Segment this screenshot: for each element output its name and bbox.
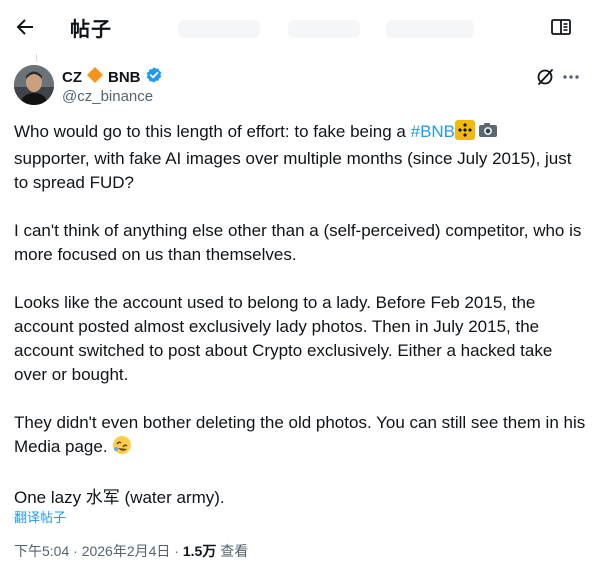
author-handle[interactable]: @cz_binance bbox=[62, 88, 153, 105]
view-count: 1.5万 bbox=[182, 543, 217, 559]
blurred-tab bbox=[386, 20, 474, 38]
tweet-paragraph-5: One lazy 水军 (water army). bbox=[14, 488, 225, 507]
tweet-meta: 下午5:04 · 2026年2月4日 · 1.5万 查看 bbox=[14, 541, 248, 561]
more-icon[interactable] bbox=[561, 67, 581, 87]
camera-emoji bbox=[478, 120, 498, 147]
author-name-suffix: BNB bbox=[108, 68, 141, 86]
blurred-tab bbox=[288, 20, 360, 38]
meta-separator: · bbox=[170, 543, 183, 559]
translate-post-link[interactable]: 翻译帖子 bbox=[14, 507, 66, 526]
views-label: 查看 bbox=[220, 543, 249, 559]
author-name[interactable]: CZ bbox=[62, 69, 82, 86]
tweet-paragraph-1a: Who would go to this length of effort: t… bbox=[14, 122, 411, 141]
thread-line bbox=[36, 54, 37, 62]
avatar[interactable] bbox=[14, 65, 54, 105]
reader-mode-icon[interactable] bbox=[550, 16, 572, 38]
tweet-paragraph-3: Looks like the account used to belong to… bbox=[14, 293, 553, 384]
diamond-icon bbox=[86, 66, 104, 89]
tweet-time[interactable]: 下午5:04 bbox=[14, 543, 69, 559]
hashtag-link[interactable]: #BNB bbox=[411, 122, 455, 141]
author-name-row[interactable]: CZ BNB bbox=[62, 66, 163, 89]
tweet-paragraph-1b: supporter, with fake AI images over mult… bbox=[14, 149, 572, 192]
grok-icon[interactable] bbox=[535, 67, 555, 87]
tweet-date[interactable]: 2026年2月4日 bbox=[82, 543, 171, 559]
blurred-tab bbox=[178, 20, 260, 38]
top-bar: 帖子 bbox=[0, 0, 598, 54]
verified-badge-icon[interactable] bbox=[145, 66, 163, 89]
bnb-logo-icon bbox=[455, 120, 476, 147]
meta-separator: · bbox=[69, 543, 82, 559]
tweet-text: Who would go to this length of effort: t… bbox=[14, 120, 589, 510]
rofl-emoji bbox=[112, 435, 132, 462]
back-arrow-icon[interactable] bbox=[13, 15, 37, 39]
tweet-paragraph-4: They didn't even bother deleting the old… bbox=[14, 413, 586, 456]
tweet-paragraph-2: I can't think of anything else other tha… bbox=[14, 221, 582, 264]
page-title: 帖子 bbox=[70, 19, 112, 41]
